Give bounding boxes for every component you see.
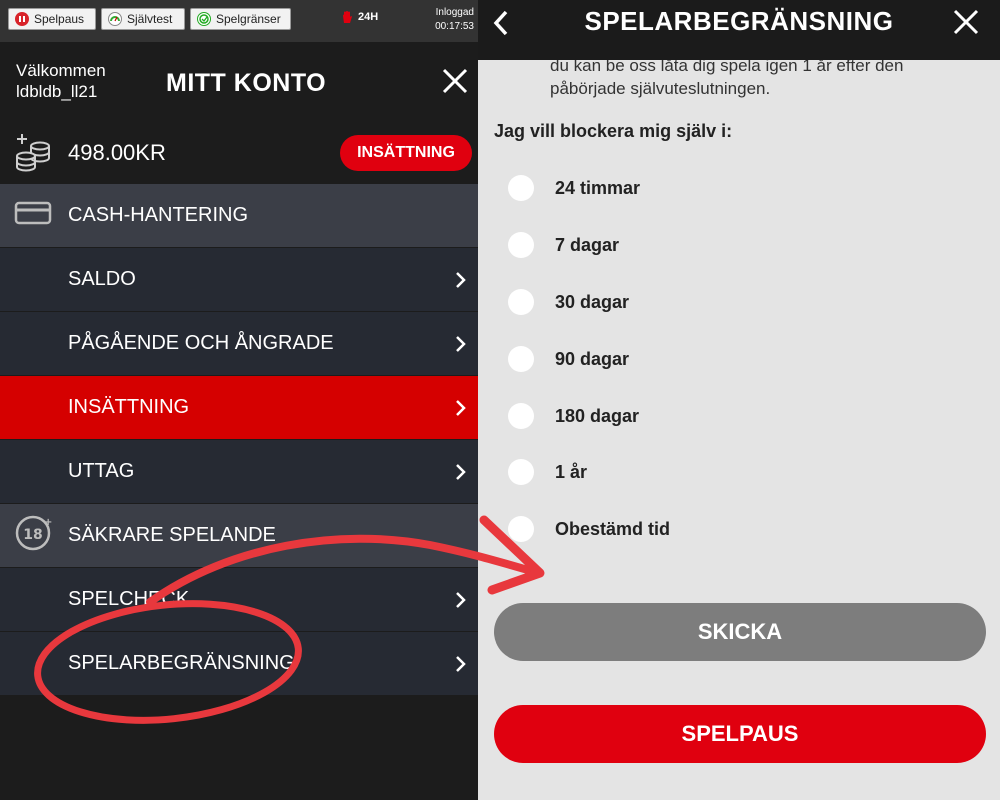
menu-item-label: SALDO bbox=[68, 268, 136, 290]
close-icon[interactable] bbox=[952, 8, 980, 36]
radio-button[interactable] bbox=[508, 516, 534, 542]
spelgranser-chip[interactable]: Spelgränser bbox=[190, 8, 291, 30]
top-status-bar: Spelpaus Självtest Spelgränser 24H Inlog… bbox=[0, 0, 478, 42]
login-status: Inloggad 00:17:53 bbox=[435, 6, 474, 34]
limits-icon bbox=[197, 12, 211, 26]
pause-icon bbox=[15, 12, 29, 26]
chip-label: Självtest bbox=[127, 12, 173, 26]
option-label: 24 timmar bbox=[555, 177, 641, 198]
card-icon bbox=[14, 200, 52, 232]
menu-item-insattning[interactable]: INSÄTTNING bbox=[0, 376, 478, 439]
deposit-button[interactable]: INSÄTTNING bbox=[340, 135, 472, 171]
login-time: 00:17:53 bbox=[435, 21, 474, 32]
radio-button[interactable] bbox=[508, 232, 534, 258]
menu-section-safer-gambling: 18 + SÄKRARE SPELANDE bbox=[0, 504, 478, 567]
option-obestamd-tid[interactable]: Obestämd tid bbox=[508, 514, 670, 544]
chip-label: Spelpaus bbox=[34, 12, 85, 26]
welcome-text: Välkommen ldbldb_ll21 bbox=[16, 60, 106, 102]
username: ldbldb_ll21 bbox=[16, 82, 98, 101]
block-question: Jag vill blockera mig själv i: bbox=[494, 121, 733, 141]
timer-label: 24H bbox=[358, 11, 379, 23]
svg-text:18: 18 bbox=[23, 527, 42, 543]
menu-item-spelarbegransning[interactable]: SPELARBEGRÄNSNING bbox=[0, 632, 478, 695]
option-180-dagar[interactable]: 180 dagar bbox=[508, 401, 639, 431]
balance-amount: 498.00KR bbox=[68, 140, 166, 165]
login-status-label: Inloggad bbox=[435, 7, 474, 18]
chip-label: Spelgränser bbox=[216, 12, 281, 26]
panel-header: SPELARBEGRÄNSNING bbox=[478, 0, 1000, 60]
menu-item-label: SPELCHECK bbox=[68, 588, 190, 610]
radio-button[interactable] bbox=[508, 459, 534, 485]
option-90-dagar[interactable]: 90 dagar bbox=[508, 344, 629, 374]
coins-icon bbox=[14, 132, 54, 177]
welcome-greeting: Välkommen bbox=[16, 61, 106, 80]
gauge-icon bbox=[108, 12, 122, 26]
spelpaus-chip[interactable]: Spelpaus bbox=[8, 8, 96, 30]
menu-item-pagaende[interactable]: PÅGÅENDE OCH ÅNGRADE bbox=[0, 312, 478, 375]
session-timer[interactable]: 24H bbox=[340, 10, 378, 24]
menu-section-label: SÄKRARE SPELANDE bbox=[68, 524, 276, 546]
intro-text: du kan be oss låta dig spela igen 1 år e… bbox=[550, 56, 904, 98]
account-menu-panel: Spelpaus Självtest Spelgränser 24H Inlog… bbox=[0, 0, 478, 800]
option-1-ar[interactable]: 1 år bbox=[508, 457, 587, 487]
option-30-dagar[interactable]: 30 dagar bbox=[508, 287, 629, 317]
menu-item-spelcheck[interactable]: SPELCHECK bbox=[0, 568, 478, 631]
option-label: 30 dagar bbox=[555, 291, 630, 312]
menu-section-label: CASH-HANTERING bbox=[68, 204, 249, 226]
hand-icon bbox=[343, 11, 352, 23]
menu-item-saldo[interactable]: SALDO bbox=[0, 248, 478, 311]
menu-item-label: UTTAG bbox=[68, 460, 135, 482]
menu-item-label: SPELARBEGRÄNSNING bbox=[68, 652, 295, 674]
radio-button[interactable] bbox=[508, 289, 534, 315]
chevron-right-icon bbox=[456, 336, 466, 352]
chevron-right-icon bbox=[456, 656, 466, 672]
chevron-right-icon bbox=[456, 400, 466, 416]
chevron-right-icon bbox=[456, 272, 466, 288]
age-18-icon: 18 + bbox=[14, 514, 52, 558]
menu-item-uttag[interactable]: UTTAG bbox=[0, 440, 478, 503]
page-title: MITT KONTO bbox=[166, 69, 327, 97]
menu-item-label: PÅGÅENDE OCH ÅNGRADE bbox=[68, 332, 334, 354]
radio-button[interactable] bbox=[508, 403, 534, 429]
player-limit-panel: du kan be oss låta dig spela igen 1 år e… bbox=[478, 0, 1000, 800]
option-label: 180 dagar bbox=[555, 405, 640, 426]
svg-text:+: + bbox=[44, 517, 52, 528]
option-label: 1 år bbox=[555, 461, 588, 482]
close-icon[interactable] bbox=[440, 66, 470, 96]
panel-title: SPELARBEGRÄNSNING bbox=[584, 6, 894, 36]
menu-item-label: INSÄTTNING bbox=[68, 396, 190, 418]
sjalvtest-chip[interactable]: Självtest bbox=[101, 8, 185, 30]
option-24-timmar[interactable]: 24 timmar bbox=[508, 173, 640, 203]
menu-section-cash: CASH-HANTERING bbox=[0, 184, 478, 247]
chevron-right-icon bbox=[456, 464, 466, 480]
option-7-dagar[interactable]: 7 dagar bbox=[508, 230, 619, 260]
option-label: 90 dagar bbox=[555, 348, 630, 369]
option-label: Obestämd tid bbox=[555, 518, 671, 539]
chevron-right-icon bbox=[456, 592, 466, 608]
option-label: 7 dagar bbox=[555, 234, 620, 255]
submit-button[interactable]: SKICKA bbox=[494, 603, 986, 661]
radio-button[interactable] bbox=[508, 346, 534, 372]
radio-button[interactable] bbox=[508, 175, 534, 201]
spelpaus-button[interactable]: SPELPAUS bbox=[494, 705, 986, 763]
